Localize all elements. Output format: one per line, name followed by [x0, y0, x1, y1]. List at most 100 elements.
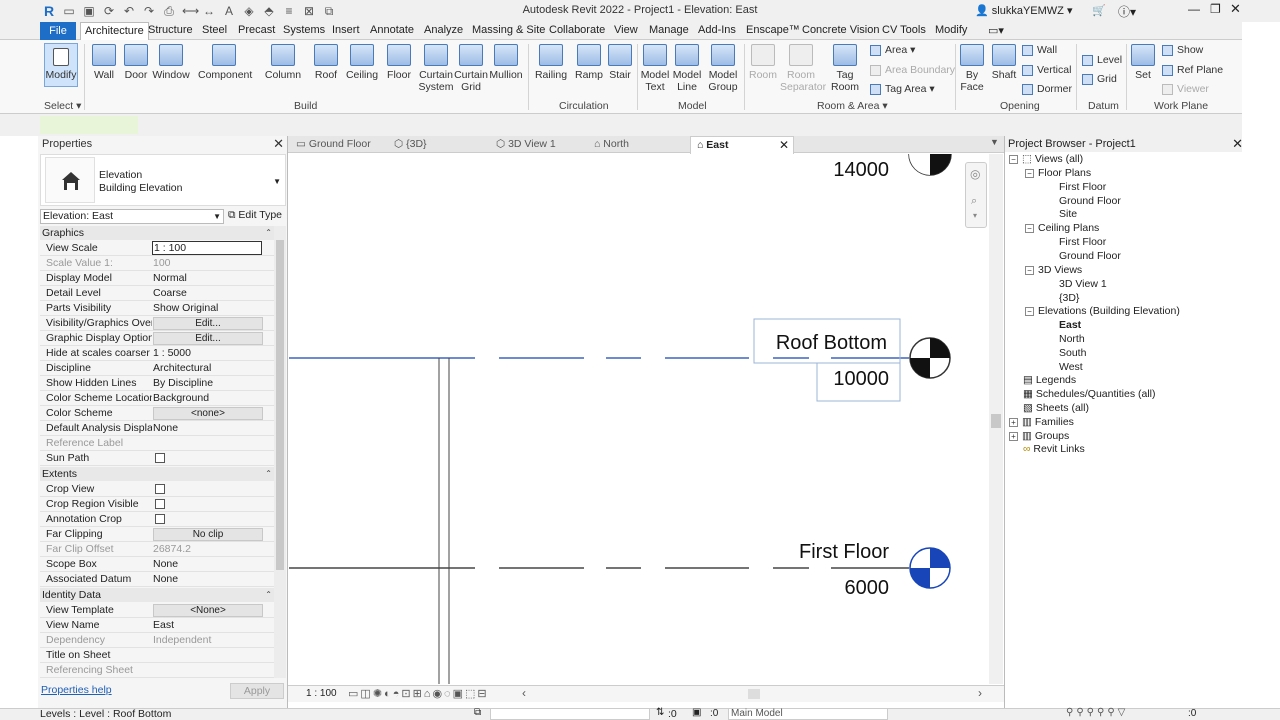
property-row[interactable]: View Scale 1 : 100	[40, 241, 274, 256]
tree-fp-ground-floor[interactable]: Ground Floor	[1059, 195, 1121, 207]
wall-section[interactable]	[438, 358, 450, 684]
curtain-system-button[interactable]: Curtain System	[418, 44, 454, 93]
tree-sheets[interactable]: ▧ Sheets (all)	[1023, 402, 1089, 414]
curtain-grid-button[interactable]: Curtain Grid	[454, 44, 488, 93]
tree-3d-default[interactable]: {3D}	[1059, 292, 1079, 304]
dormer-button[interactable]: Dormer	[1022, 83, 1072, 95]
show-button[interactable]: Show	[1162, 44, 1203, 56]
sun-path-icon[interactable]: ✺	[373, 688, 384, 700]
cart-icon[interactable]: 🛒	[1092, 4, 1106, 17]
tree-groups[interactable]: + ▥ Groups	[1009, 430, 1069, 442]
workset-dropdown[interactable]	[490, 708, 650, 720]
level-roof-bottom-elevation[interactable]: 10000	[833, 368, 889, 390]
section-extents[interactable]: Extents ⌃	[40, 467, 274, 481]
area-button[interactable]: Area ▾	[870, 44, 915, 56]
design-options-icon[interactable]: ▣	[692, 707, 701, 718]
select-links-icon[interactable]: ⚲	[1066, 707, 1076, 718]
property-row[interactable]: Crop View	[40, 482, 274, 497]
property-row[interactable]: Dependency Independent	[40, 633, 274, 648]
property-row[interactable]: Color Scheme <none>	[40, 406, 274, 421]
horizontal-scroll-thumb[interactable]	[748, 689, 760, 699]
tree-3d-view-1[interactable]: 3D View 1	[1059, 278, 1107, 290]
navigation-bar[interactable]: ◎ ⌕ ▾	[965, 162, 987, 228]
room-area-panel-dropdown[interactable]: Room & Area ▾	[817, 100, 888, 112]
property-row[interactable]: Associated Datum None	[40, 572, 274, 587]
property-row[interactable]: Color Scheme Location Background	[40, 391, 274, 406]
property-row[interactable]: Far Clipping No clip	[40, 527, 274, 542]
tab-ground-floor[interactable]: ▭ Ground Floor	[296, 138, 371, 150]
section-graphics[interactable]: Graphics ⌃	[40, 226, 274, 240]
property-row[interactable]: Show Hidden Lines By Discipline	[40, 376, 274, 391]
tab-structure[interactable]: Structure	[148, 24, 193, 36]
property-button[interactable]: <none>	[153, 407, 263, 420]
tab-systems[interactable]: Systems	[283, 24, 325, 36]
room-separator-button[interactable]: Room Separator	[780, 44, 826, 93]
tab-precast[interactable]: Precast	[238, 24, 275, 36]
zoom-icon[interactable]: ⌕	[971, 195, 977, 208]
view-control-icons[interactable]: ▭◫✺◐◓⊡⊞⌂◉◌▣⬚⊟	[348, 687, 489, 700]
collapse-icon[interactable]: −	[1009, 154, 1018, 164]
tree-floor-plans[interactable]: − Floor Plans	[1025, 167, 1091, 179]
ribbon-options-icon[interactable]: ▭▾	[988, 24, 1004, 37]
level-button[interactable]: Level	[1082, 54, 1122, 66]
elevation-drawing[interactable]: 14000 Roof Bottom 10000 First Floor 6000	[289, 154, 989, 684]
worksharing-icon[interactable]: ▣	[453, 688, 465, 700]
analytical-model-icon[interactable]: ⬚	[465, 688, 477, 700]
collapse-icon[interactable]: −	[1025, 265, 1034, 275]
stair-button[interactable]: Stair	[606, 44, 634, 81]
tree-schedules[interactable]: ▦ Schedules/Quantities (all)	[1023, 388, 1156, 400]
ramp-button[interactable]: Ramp	[574, 44, 604, 81]
tree-elevations[interactable]: − Elevations (Building Elevation)	[1025, 305, 1180, 317]
crop-region-icon[interactable]: ⊞	[413, 688, 424, 700]
select-pinned-icon[interactable]: ⚲	[1087, 707, 1097, 718]
user-area[interactable]: 👤 slukkaYEMWZ ▾	[975, 4, 1072, 17]
tabs-menu-icon[interactable]: ▼	[990, 137, 999, 147]
modify-button[interactable]: Modify	[44, 43, 78, 87]
canvas-scrollbar[interactable]	[989, 154, 1003, 684]
tab-concrete-vision[interactable]: Concrete Vision	[802, 24, 879, 36]
ceiling-button[interactable]: Ceiling	[344, 44, 380, 81]
level-head-icon[interactable]	[909, 547, 951, 589]
crop-icon[interactable]: ⊡	[401, 688, 412, 700]
design-option-dropdown[interactable]: Main Model	[728, 708, 888, 720]
tab-annotate[interactable]: Annotate	[370, 24, 414, 36]
help-icon[interactable]: ⓘ▾	[1118, 3, 1136, 20]
property-checkbox[interactable]	[155, 514, 165, 524]
filter-icon[interactable]: ▽	[1118, 707, 1129, 718]
door-button[interactable]: Door	[122, 44, 150, 81]
editable-icon[interactable]: ⇅	[656, 707, 664, 718]
tab-collaborate[interactable]: Collaborate	[549, 24, 605, 36]
tab-3d[interactable]: ⬡ {3D}	[394, 138, 427, 150]
level-head-icon[interactable]	[909, 337, 951, 379]
property-row[interactable]: Visibility/Graphics Over... Edit...	[40, 316, 274, 331]
visual-style-icon[interactable]: ◫	[360, 688, 372, 700]
shaft-button[interactable]: Shaft	[990, 44, 1018, 81]
edit-type-button[interactable]: ⧉ Edit Type	[228, 209, 282, 222]
view-scale[interactable]: 1 : 100	[306, 688, 337, 699]
tab-analyze[interactable]: Analyze	[424, 24, 463, 36]
wall-opening-button[interactable]: Wall	[1022, 44, 1057, 56]
tree-legends[interactable]: ▤ Legends	[1023, 374, 1076, 386]
property-row[interactable]: Hide at scales coarser t...1 : 5000	[40, 346, 274, 361]
tab-view[interactable]: View	[614, 24, 638, 36]
model-line-button[interactable]: Model Line	[672, 44, 702, 93]
property-row[interactable]: Far Clip Offset 26874.2	[40, 542, 274, 557]
property-row[interactable]: Parts Visibility Show Original	[40, 301, 274, 316]
chevron-left-icon[interactable]: ‹	[522, 686, 526, 700]
property-row[interactable]: Annotation Crop	[40, 512, 274, 527]
tag-area-button[interactable]: Tag Area ▾	[870, 83, 935, 95]
section-identity[interactable]: Identity Data ⌃	[40, 588, 274, 602]
property-row[interactable]: Graphic Display Options Edit...	[40, 331, 274, 346]
drag-elements-icon[interactable]: ⚲	[1107, 707, 1117, 718]
tab-add-ins[interactable]: Add-Ins	[698, 24, 736, 36]
property-row[interactable]: View Name East	[40, 618, 274, 633]
property-checkbox[interactable]	[155, 453, 165, 463]
tree-elev-west[interactable]: West	[1059, 361, 1083, 373]
tab-massing-site[interactable]: Massing & Site	[472, 24, 545, 36]
tree-elev-north[interactable]: North	[1059, 333, 1085, 345]
roof-button[interactable]: Roof	[312, 44, 340, 81]
tab-file[interactable]: File	[40, 22, 76, 40]
level-14000[interactable]: 14000	[833, 154, 952, 181]
tab-modify[interactable]: Modify	[935, 24, 967, 36]
select-by-face-icon[interactable]: ⚲	[1097, 707, 1107, 718]
